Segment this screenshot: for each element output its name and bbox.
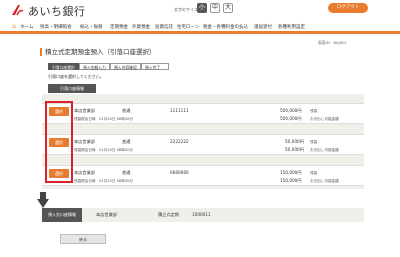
- available-label: お引出し可能金額: [310, 116, 339, 121]
- account-row: 本店営業部 普通 1111111 500,000円 残高 残高照会日時 01月2…: [42, 103, 364, 124]
- text-size-label: 文字のサイズ: [174, 7, 198, 12]
- nav-item-housing-loan[interactable]: 住宅ローン: [177, 24, 199, 30]
- balance-label: 残高: [310, 139, 318, 144]
- account-row: 本店営業部 普通 2222222 50,000円 残高 残高照会日時 01月20…: [42, 134, 364, 155]
- down-arrow-icon: [37, 199, 49, 208]
- available-value: 150,000円: [280, 178, 302, 183]
- bank-name[interactable]: あいち銀行: [28, 3, 86, 19]
- nav-item-transfer[interactable]: 振込・振替: [80, 24, 103, 30]
- account-row: 本店営業部 普通 6666666 150,000円 残高 残高照会日時 01月2…: [42, 165, 364, 186]
- nav-item-tax-payment[interactable]: 税金・各種料金の払込: [203, 24, 248, 30]
- nav-item-time-deposit[interactable]: 定期預金: [110, 24, 128, 30]
- balance-ref-date: 残高照会日時 01月20日 08時30分: [74, 117, 133, 121]
- bank-logo-icon[interactable]: [10, 3, 24, 17]
- nav-item-foreign-deposit[interactable]: 外貨預金: [132, 24, 150, 30]
- nav-item-investment[interactable]: 投資信託: [155, 24, 173, 30]
- account-type: 普通: [122, 108, 131, 113]
- destination-branch: 本店営業部: [96, 212, 117, 217]
- global-nav: ⌂ ホーム 残高・明細照会 振込・振替 定期預金 外貨預金 投資信託 住宅ローン…: [0, 22, 400, 34]
- available-label: お引出し可能金額: [310, 147, 339, 152]
- header: あいち銀行 文字のサイズ 小 中 大 ログアウト: [0, 0, 400, 22]
- balance-ref-date: 残高照会日時 01月20日 08時30分: [74, 148, 133, 152]
- step-select-account: 引落口座選択: [48, 63, 79, 70]
- text-size-large-button[interactable]: 大: [223, 3, 233, 13]
- back-button[interactable]: 戻る: [60, 234, 106, 244]
- home-icon[interactable]: ⌂: [12, 24, 18, 30]
- available-value: 50,000円: [285, 147, 304, 152]
- text-size-small-button[interactable]: 小: [197, 3, 207, 13]
- account-type: 普通: [122, 139, 131, 144]
- destination-number: 1000011: [192, 212, 211, 217]
- branch-name: 本店営業部: [74, 170, 95, 175]
- available-value: 500,000円: [280, 116, 302, 121]
- instruction-text: 引落口座を選択してください。: [48, 74, 104, 79]
- nav-item-notifications[interactable]: 諸届受付: [254, 24, 272, 30]
- logout-button[interactable]: ログアウト: [328, 3, 368, 13]
- balance-label: 残高: [310, 108, 318, 113]
- balance-value: 50,000円: [285, 139, 304, 144]
- branch-name: 本店営業部: [74, 108, 95, 113]
- account-number: 6666666: [170, 170, 189, 175]
- page-title: 積立式定期預金預入（引落口座選択）: [40, 48, 156, 56]
- step-confirm: 預入内容確認: [110, 63, 141, 70]
- balance-value: 500,000円: [280, 108, 302, 113]
- account-number: 2222222: [170, 139, 189, 144]
- balance-label: 残高: [310, 170, 318, 175]
- destination-account-label: 預入先口座情報: [42, 208, 82, 222]
- screen-id: 画面ID：BAJ001: [318, 40, 348, 45]
- text-size-medium-button[interactable]: 中: [210, 3, 220, 13]
- balance-value: 150,000円: [280, 170, 302, 175]
- nav-item-home[interactable]: ホーム: [20, 24, 33, 30]
- nav-item-settings[interactable]: 各種利用設定: [278, 24, 305, 30]
- step-complete: 預入完了: [141, 63, 169, 70]
- branch-name: 本店営業部: [74, 139, 95, 144]
- nav-item-balance[interactable]: 残高・明細照会: [40, 24, 72, 30]
- source-account-section-label: 引落口座情報: [48, 84, 96, 93]
- account-number: 1111111: [170, 108, 189, 113]
- select-buttons-highlight: [45, 101, 73, 183]
- account-type: 普通: [122, 170, 131, 175]
- available-label: お引出し可能金額: [310, 178, 339, 183]
- step-enter-amount: 預入金額入力: [79, 63, 110, 70]
- destination-type: 積立式定期: [158, 212, 179, 217]
- balance-ref-date: 残高照会日時 01月20日 08時30分: [74, 179, 133, 183]
